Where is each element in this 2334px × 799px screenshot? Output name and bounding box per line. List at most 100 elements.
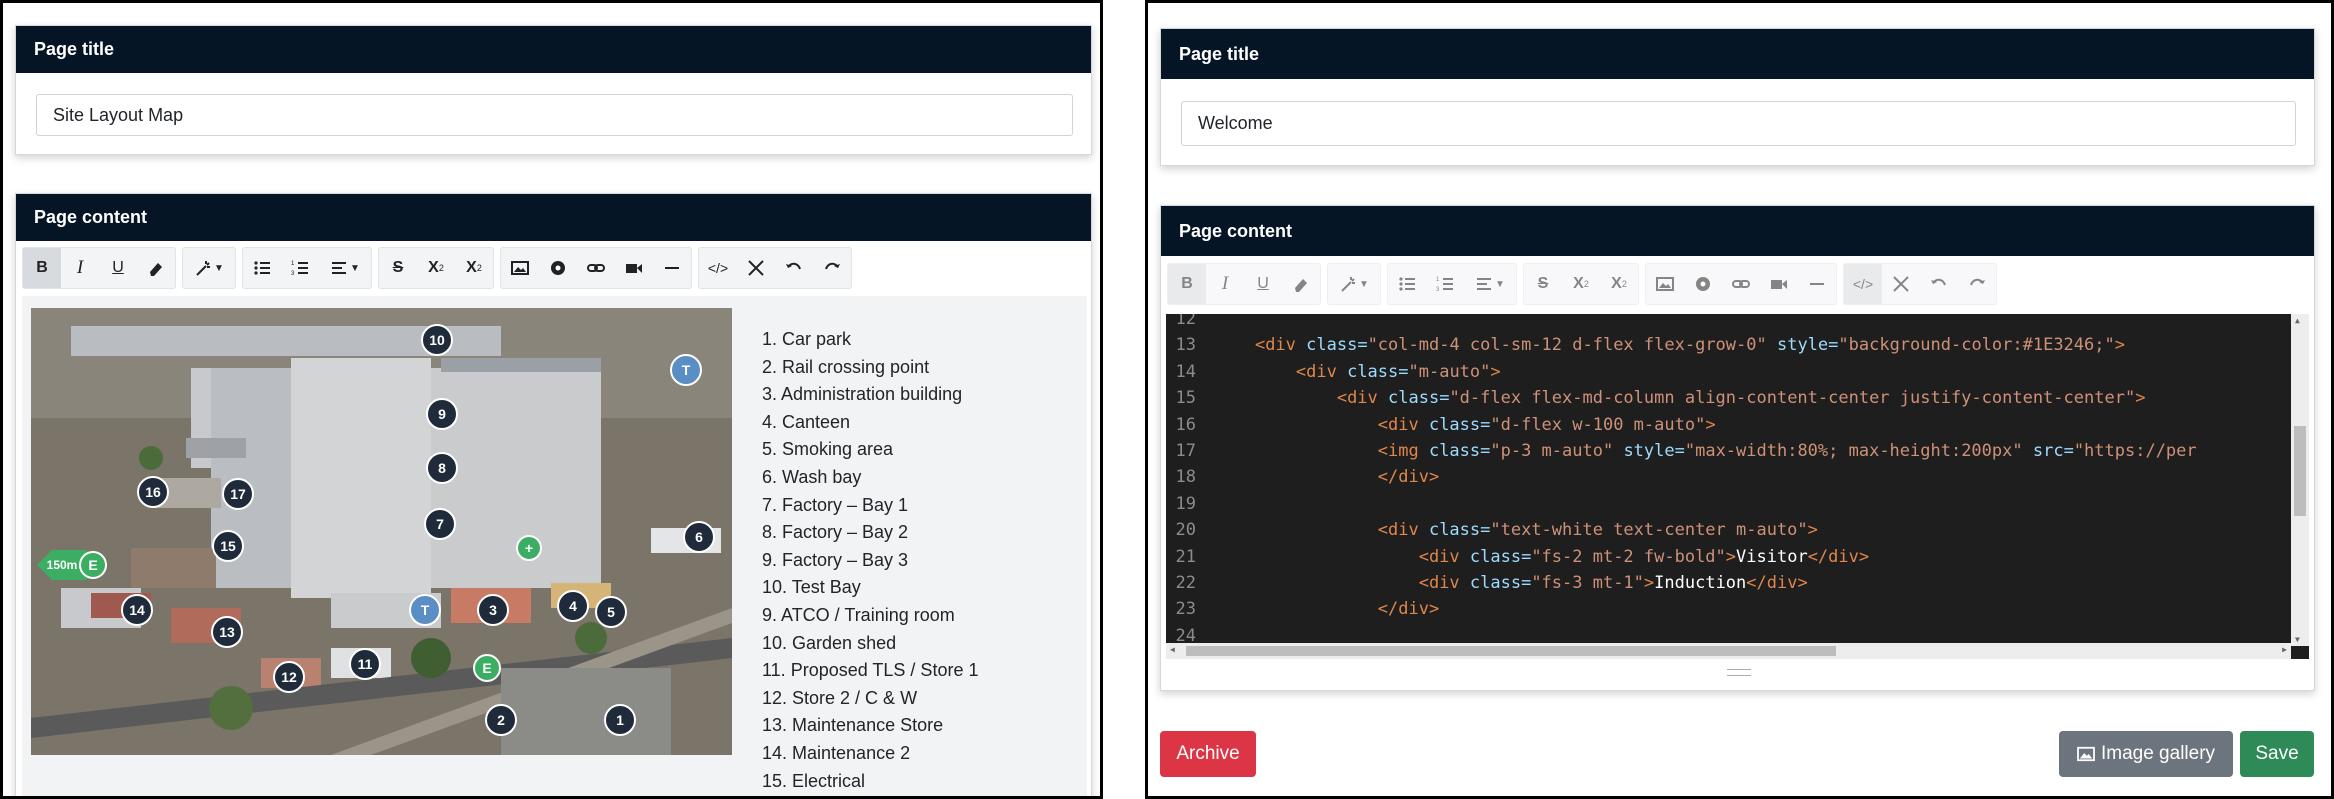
code-token: <div [1418,573,1470,593]
page-title-input[interactable]: Welcome [1181,101,2296,146]
scrollbar-right-arrow[interactable]: ▶ [2282,645,2287,654]
align-icon[interactable]: ▼ [319,248,371,288]
code-line: 21 <div class="fs-2 mt-2 fw-bold">Visito… [1166,546,1870,567]
superscript-icon[interactable]: X2 [1562,264,1600,304]
circle-plus-icon[interactable] [539,248,577,288]
map-marker-t-mid: T [409,594,441,626]
video-icon[interactable] [1760,264,1798,304]
legend-item: 15. Electrical [762,770,866,791]
undo-icon[interactable] [775,248,813,288]
magic-wand-icon[interactable]: ▼ [1328,264,1380,304]
redo-icon[interactable] [813,248,851,288]
svg-text:3: 3 [1436,287,1440,293]
italic-icon[interactable]: I [1206,264,1244,304]
code-token: </div> [1377,467,1440,488]
subscript-icon[interactable]: X2 [1600,264,1638,304]
page-content-card: Page content B I U ▼ 13 ▼ S X2 X2 [15,193,1092,796]
bold-icon[interactable]: B [23,248,61,288]
map-marker-8: 8 [426,452,458,484]
code-token: > [2135,388,2146,409]
scrollbar-left-arrow[interactable]: ◀ [1170,645,1175,654]
strikethrough-icon[interactable]: S [1524,264,1562,304]
code-token: <div [1377,414,1429,435]
link-icon[interactable] [1722,264,1760,304]
horizontal-scrollbar[interactable]: ◀ ▶ [1166,643,2291,659]
image-gallery-button[interactable]: Image gallery [2059,731,2233,777]
italic-icon[interactable]: I [61,248,99,288]
code-token: <div [1377,520,1429,541]
code-token: class= [1428,520,1491,541]
code-token: <div [1418,546,1470,567]
left-screenshot-panel: Page title Site Layout Map Page content … [0,0,1103,799]
magic-wand-icon[interactable]: ▼ [183,248,235,288]
video-icon[interactable] [615,248,653,288]
bold-icon[interactable]: B [1168,264,1206,304]
map-marker-4: 4 [557,590,589,622]
map-marker-17: 17 [222,478,254,510]
number-list-icon[interactable]: 13 [281,248,319,288]
eraser-icon[interactable] [1282,264,1320,304]
resize-handle[interactable] [1727,669,1751,676]
circle-plus-icon[interactable] [1684,264,1722,304]
page-title-input[interactable]: Site Layout Map [36,94,1073,136]
superscript-icon[interactable]: X2 [417,248,455,288]
undo-icon[interactable] [1920,264,1958,304]
underline-icon[interactable]: U [1244,264,1282,304]
scrollbar-up-arrow[interactable]: ▲ [2295,316,2300,325]
map-marker-3: 3 [477,594,509,626]
code-token: style= [1613,441,1685,461]
code-line: 20 <div class="text-white text-center m-… [1166,520,1818,540]
link-icon[interactable] [577,248,615,288]
code-token: class= [1428,441,1491,461]
code-token: </div> [1746,573,1808,593]
html-code-editor[interactable]: 12 13 <div class="col-md-4 col-sm-12 d-fl… [1166,314,2309,659]
image-icon[interactable] [1646,264,1684,304]
scrollbar-thumb[interactable] [2294,426,2306,516]
bullet-list-icon[interactable] [1388,264,1426,304]
legend-item: 14. Maintenance 2 [762,742,911,763]
legend-item: 13. Maintenance Store [762,715,944,736]
legend-item: 8. Factory – Bay 2 [762,522,909,543]
fullscreen-icon[interactable] [1882,264,1920,304]
legend-item: 7. Factory – Bay 1 [762,494,909,515]
code-token: src= [2022,441,2074,461]
map-marker-15: 15 [212,530,244,562]
number-list-icon[interactable]: 13 [1426,264,1464,304]
horizontal-rule-icon[interactable] [653,248,691,288]
code-token: class= [1469,546,1532,567]
bullet-list-icon[interactable] [243,248,281,288]
code-token: </div> [1807,546,1870,567]
code-view-icon[interactable]: </> [699,248,737,288]
strikethrough-icon[interactable]: S [379,248,417,288]
page-content-header: Page content [1161,206,2314,256]
site-legend-list: 1. Car park 2. Rail crossing point 3. Ad… [762,326,978,795]
align-icon[interactable]: ▼ [1464,264,1516,304]
horizontal-rule-icon[interactable] [1798,264,1836,304]
redo-icon[interactable] [1958,264,1996,304]
legend-item: 11. Proposed TLS / Store 1 [762,660,979,681]
eraser-icon[interactable] [137,248,175,288]
underline-icon[interactable]: U [99,248,137,288]
vertical-scrollbar[interactable]: ▲ ▼ [2291,314,2309,646]
scrollbar-down-arrow[interactable]: ▼ [2295,635,2300,644]
page-content-card: Page content B I U ▼ 13 ▼ S X2 X2 [1160,205,2315,691]
code-token: "fs-2 mt-2 fw-bold" [1531,546,1726,567]
save-button[interactable]: Save [2240,731,2314,777]
code-lines: 12 13 <div class="col-md-4 col-sm-12 d-fl… [1166,314,2286,646]
svg-text:1: 1 [1436,277,1440,283]
scrollbar-thumb-horizontal[interactable] [1186,646,1836,656]
code-view-icon[interactable]: </> [1844,264,1882,304]
image-icon[interactable] [501,248,539,288]
archive-button[interactable]: Archive [1160,731,1256,777]
code-line: 23 </div> [1166,599,1440,619]
fullscreen-icon[interactable] [737,248,775,288]
map-marker-1: 1 [604,704,636,736]
line-number: 21 [1175,546,1196,567]
subscript-icon[interactable]: X2 [455,248,493,288]
code-token: > [1725,546,1737,567]
